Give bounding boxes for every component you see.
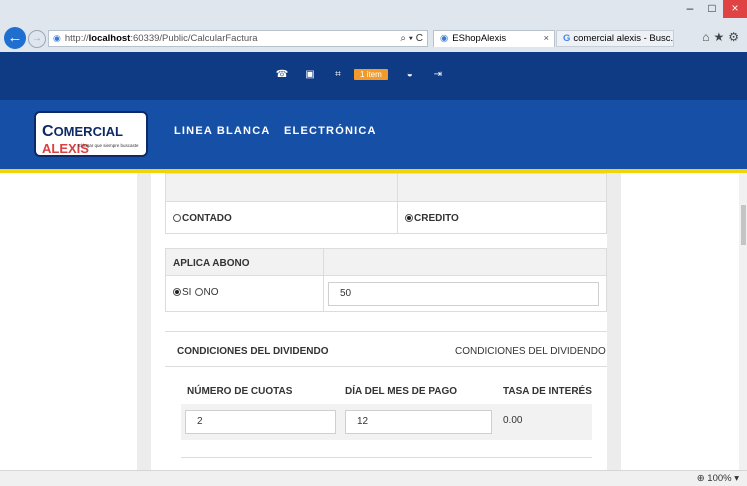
tab-title: EShopAlexis [452,33,507,44]
maximize-button[interactable]: □ [701,0,723,18]
section-divider [165,366,607,367]
browser-tools-icons[interactable]: ⌂★⚙ [702,30,743,44]
abono-header: APLICA ABONO [173,258,250,269]
payment-option-cell: CREDITO [397,201,607,234]
credito-radio[interactable] [405,214,413,222]
back-arrow-icon[interactable]: ← [4,27,26,49]
logo-tagline: El lugar que siempre buscaste [78,143,139,148]
phone-icon[interactable]: ☎ [268,69,296,80]
browser-chrome: – □ × ← → ◉ http://localhost:60339/Publi… [0,0,747,52]
dividendo-title-right: CONDICIONES DEL DIVIDENDO [455,346,606,357]
close-window-button[interactable]: × [723,0,747,18]
scrollbar-thumb[interactable] [741,205,746,245]
dashboard-icon[interactable]: ◒ [396,69,424,80]
payment-header-cell [165,173,398,202]
contado-radio[interactable] [173,214,181,222]
status-bar: ⊕ 100% ▾ [0,470,747,486]
cart-icon[interactable]: ⌗ [324,69,352,80]
credito-label: CREDITO [414,213,459,224]
abono-no-radio[interactable] [194,288,203,296]
window-controls: – □ × [679,0,747,20]
section-divider [165,331,607,332]
col-dia-pago: DÍA DEL MES DE PAGO [345,386,458,397]
url-path: :60339/Public/CalcularFactura [130,33,258,44]
abono-option-cell: SI NO [165,275,324,312]
tab-favicon-icon: ◉ [440,33,449,44]
abono-no-label: NO [203,287,219,298]
numero-cuotas-input[interactable]: 2 [185,410,336,434]
tab-google-search[interactable]: Gcomercial alexis - Busc... [556,30,674,47]
abono-header-cell: APLICA ABONO [165,248,324,276]
nav-item-linea-blanca[interactable]: LINEA BLANCA [174,125,271,137]
address-bar[interactable]: ◉ http://localhost:60339/Public/Calcular… [48,30,428,47]
abono-si-radio[interactable] [173,288,181,296]
col-numero-cuotas: NÚMERO DE CUOTAS [187,386,293,397]
contado-label: CONTADO [182,213,232,224]
forward-arrow-icon[interactable]: → [28,30,46,48]
logout-icon[interactable]: ⇥ [424,69,452,80]
payment-option-cell: CONTADO [165,201,398,234]
brand-logo[interactable]: COMERCIAL ALEXIS El lugar que siempre bu… [34,111,148,157]
url-prefix: http:// [64,33,89,44]
col-tasa-interes: TASA DE INTERÉS [503,386,592,397]
dia-pago-input[interactable]: 12 [345,410,492,434]
tab-title-google: comercial alexis - Busc... [573,33,674,44]
url-host: localhost [88,33,131,44]
minimize-button[interactable]: – [679,0,701,18]
zoom-level[interactable]: ⊕ 100% ▾ [697,473,739,484]
abono-header-cell [323,248,607,276]
user-icon[interactable]: ▣ [296,69,324,80]
logo-text: COMERCIAL ALEXIS [42,123,123,156]
google-icon: G [563,33,571,44]
section-divider [181,457,592,458]
abono-si-label: SI [182,287,192,298]
abono-amount-input[interactable]: 50 [328,282,599,306]
search-refresh-icons[interactable]: ⌕ ▾ C [400,31,423,46]
tab-eshopalexis[interactable]: ◉ EShopAlexis × [433,30,555,47]
page-icon: ◉ [53,33,61,43]
nav-item-electronica[interactable]: ELECTRÓNICA [284,125,377,137]
dividendo-title: CONDICIONES DEL DIVIDENDO [177,346,329,357]
tab-close-icon[interactable]: × [543,31,549,47]
tasa-interes-value: 0.00 [503,415,523,426]
cart-badge[interactable]: 1 item [354,69,388,80]
site-topbar: ☎ ▣ ⌗ 1 item ◒ ⇥ [0,52,747,100]
payment-header-cell [397,173,607,202]
